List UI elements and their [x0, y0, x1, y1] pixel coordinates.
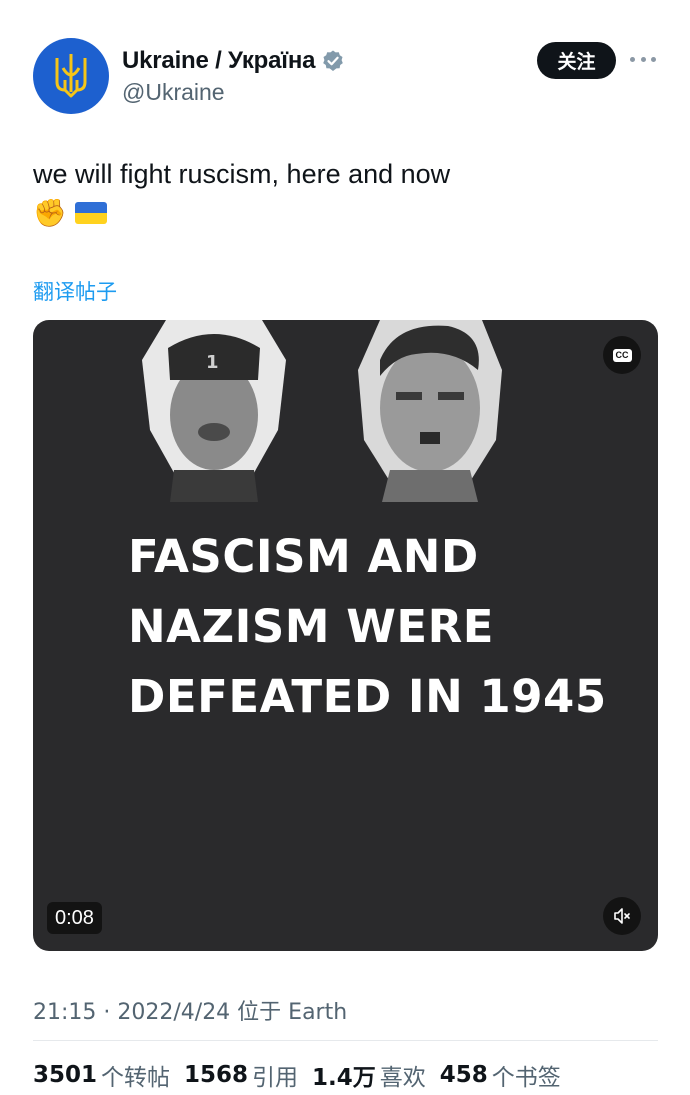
more-icon[interactable] — [630, 56, 656, 64]
reposts-stat[interactable]: 3501 个转帖 — [33, 1058, 170, 1092]
portrait-image-right — [358, 320, 502, 502]
translate-post-link[interactable]: 翻译帖子 — [33, 276, 117, 306]
author-display-name[interactable]: Ukraine / Україна — [122, 47, 315, 75]
avatar[interactable] — [33, 38, 109, 114]
ukraine-flag-emoji — [74, 202, 107, 224]
bookmarks-stat[interactable]: 458 个书签 — [440, 1058, 561, 1092]
engagement-stats: 3501 个转帖 1568 引用 1.4万 喜欢 458 个书签 — [33, 1058, 575, 1092]
tweet-text: we will fight ruscism, here and now — [33, 159, 451, 189]
mute-button[interactable] — [603, 897, 641, 935]
video-duration: 0:08 — [47, 902, 102, 934]
captions-button[interactable]: CC — [603, 336, 641, 374]
cc-icon: CC — [612, 348, 632, 362]
trident-icon — [55, 54, 87, 98]
author-handle[interactable]: @Ukraine — [122, 79, 225, 106]
divider — [33, 1040, 658, 1041]
video-player[interactable]: 1 FASCISM AND NAZISM WERE DEFEATED IN 19… — [33, 320, 658, 951]
author-name-row[interactable]: Ukraine / Україна — [122, 45, 345, 77]
likes-stat[interactable]: 1.4万 喜欢 — [312, 1058, 426, 1092]
tweet-timestamp[interactable]: 21:15 · 2022/4/24 位于 Earth — [33, 994, 347, 1026]
mute-icon — [614, 908, 630, 924]
video-overlay-text: FASCISM AND NAZISM WERE DEFEATED IN 1945 — [128, 530, 607, 723]
fist-emoji: ✊ — [33, 198, 67, 228]
quotes-stat[interactable]: 1568 引用 — [184, 1058, 298, 1092]
portrait-image-left: 1 — [142, 320, 286, 502]
svg-text:1: 1 — [206, 352, 219, 373]
follow-button[interactable]: 关注 — [537, 42, 616, 79]
verified-badge-icon — [323, 50, 344, 71]
emoji-row: ✊ — [33, 198, 107, 228]
